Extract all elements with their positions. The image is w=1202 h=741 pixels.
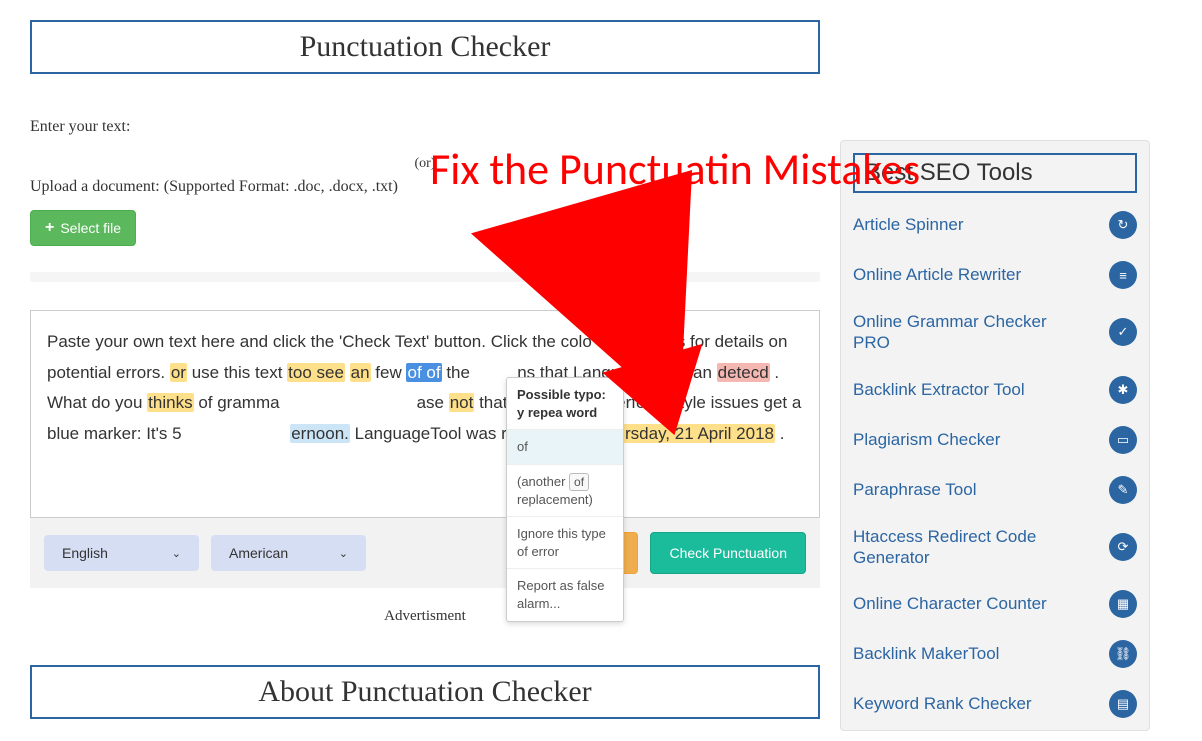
sidebar-item-label: Plagiarism Checker bbox=[853, 429, 1000, 450]
error-tooltip: Possible typo: y repea word of (another … bbox=[506, 377, 624, 622]
sidebar-item-3[interactable]: Backlink Extractor Tool ✱ bbox=[853, 376, 1137, 404]
sidebar-item-label: Backlink Extractor Tool bbox=[853, 379, 1025, 400]
text-segment: few bbox=[375, 363, 406, 382]
sidebar-item-8[interactable]: Backlink MakerTool ⛓ bbox=[853, 640, 1137, 668]
sidebar-item-2[interactable]: Online Grammar Checker PRO ✓ bbox=[853, 311, 1137, 354]
sidebar-item-0[interactable]: Article Spinner ↻ bbox=[853, 211, 1137, 239]
tooltip-another-replacement[interactable]: (another of replacement) bbox=[507, 465, 623, 518]
select-file-button[interactable]: + Select file bbox=[30, 210, 136, 246]
variant-dropdown[interactable]: American ⌄ bbox=[211, 535, 366, 571]
chevron-down-icon: ⌄ bbox=[339, 547, 348, 560]
tool-icon: ✱ bbox=[1109, 376, 1137, 404]
separator-bar bbox=[30, 272, 820, 282]
about-title: About Punctuation Checker bbox=[30, 665, 820, 719]
highlight-afternoon[interactable]: ernoon. bbox=[290, 424, 350, 443]
text-editor[interactable]: Paste your own text here and click the '… bbox=[30, 310, 820, 518]
highlight-an[interactable]: an bbox=[350, 363, 371, 382]
highlight-too-see[interactable]: too see bbox=[287, 363, 345, 382]
sidebar-item-label: Backlink MakerTool bbox=[853, 643, 999, 664]
text-segment: Paste your own text here and click the '… bbox=[47, 332, 592, 351]
sidebar: Best SEO Tools Article Spinner ↻ Online Ar… bbox=[840, 140, 1150, 731]
upload-label: Upload a document: (Supported Format: .d… bbox=[30, 178, 820, 196]
tooltip-report[interactable]: Report as false alarm... bbox=[507, 569, 623, 620]
of-pill: of bbox=[569, 473, 589, 491]
tooltip-header: Possible typo: y repea word bbox=[507, 378, 623, 430]
plus-icon: + bbox=[45, 219, 54, 237]
text-segment: of gramma bbox=[198, 393, 279, 412]
highlight-not[interactable]: not bbox=[449, 393, 475, 412]
sidebar-item-label: Htaccess Redirect Code Generator bbox=[853, 526, 1063, 569]
highlight-thinks[interactable]: thinks bbox=[147, 393, 193, 412]
page-title: Punctuation Checker bbox=[30, 20, 820, 74]
sidebar-item-label: Article Spinner bbox=[853, 214, 964, 235]
language-dropdown[interactable]: English ⌄ bbox=[44, 535, 199, 571]
text-segment: ase bbox=[417, 393, 449, 412]
enter-text-label: Enter your text: bbox=[30, 118, 820, 136]
tool-icon: ≡ bbox=[1109, 261, 1137, 289]
advertisement-label: Advertisment bbox=[30, 608, 820, 625]
highlight-of-of[interactable]: of of bbox=[406, 363, 441, 382]
sidebar-item-label: Paraphrase Tool bbox=[853, 479, 977, 500]
sidebar-item-label: Online Grammar Checker PRO bbox=[853, 311, 1063, 354]
highlight-or[interactable]: or bbox=[170, 363, 187, 382]
check-punctuation-button[interactable]: Check Punctuation bbox=[650, 532, 806, 574]
controls-bar: English ⌄ American ⌄ Check Punctuation bbox=[30, 518, 820, 588]
tool-icon: ⛓ bbox=[1109, 640, 1137, 668]
sidebar-item-6[interactable]: Htaccess Redirect Code Generator ⟳ bbox=[853, 526, 1137, 569]
text-segment: use this text bbox=[192, 363, 287, 382]
sidebar-item-5[interactable]: Paraphrase Tool ✎ bbox=[853, 476, 1137, 504]
text-segment: . bbox=[780, 424, 785, 443]
text-segment: the bbox=[446, 363, 474, 382]
tool-icon: ▭ bbox=[1109, 426, 1137, 454]
select-file-label: Select file bbox=[60, 220, 121, 236]
chevron-down-icon: ⌄ bbox=[172, 547, 181, 560]
tool-icon: ⟳ bbox=[1109, 533, 1137, 561]
tooltip-suggestion[interactable]: of bbox=[507, 430, 623, 465]
tool-icon: ▤ bbox=[1109, 690, 1137, 718]
sidebar-item-7[interactable]: Online Character Counter ▦ bbox=[853, 590, 1137, 618]
language-label: English bbox=[62, 545, 108, 561]
tool-icon: ✓ bbox=[1109, 318, 1137, 346]
tool-icon: ↻ bbox=[1109, 211, 1137, 239]
tooltip-ignore[interactable]: Ignore this type of error bbox=[507, 517, 623, 569]
tool-icon: ✎ bbox=[1109, 476, 1137, 504]
sidebar-item-label: Online Character Counter bbox=[853, 593, 1047, 614]
highlight-detecd[interactable]: detecd bbox=[717, 363, 770, 382]
sidebar-item-9[interactable]: Keyword Rank Checker ▤ bbox=[853, 690, 1137, 718]
or-separator: (or) bbox=[30, 156, 820, 172]
sidebar-item-label: Keyword Rank Checker bbox=[853, 693, 1032, 714]
sidebar-item-1[interactable]: Online Article Rewriter ≡ bbox=[853, 261, 1137, 289]
sidebar-title: Best SEO Tools bbox=[853, 153, 1137, 193]
variant-label: American bbox=[229, 545, 288, 561]
tool-icon: ▦ bbox=[1109, 590, 1137, 618]
sidebar-item-4[interactable]: Plagiarism Checker ▭ bbox=[853, 426, 1137, 454]
sidebar-item-label: Online Article Rewriter bbox=[853, 264, 1021, 285]
